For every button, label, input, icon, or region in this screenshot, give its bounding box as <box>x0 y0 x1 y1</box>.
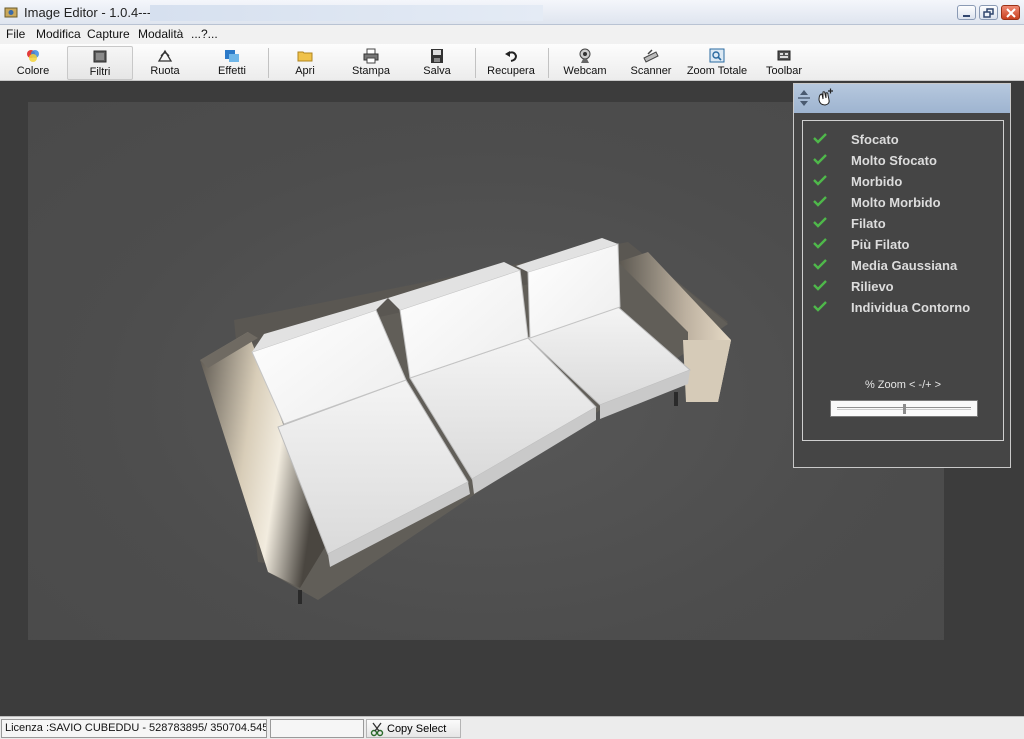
filter-item[interactable]: Morbido <box>811 171 1001 191</box>
filter-label: Molto Morbido <box>851 195 941 210</box>
filter-label: Filato <box>851 216 886 231</box>
menu-bar: File Modifica Capture Modalità ...?... <box>0 25 1024 44</box>
filter-label: Rilievo <box>851 279 894 294</box>
filters-panel: Sfocato Molto Sfocato Morbido Molto Morb… <box>793 83 1011 468</box>
window-title: Image Editor - 1.0.4--- <box>24 5 152 20</box>
toolbar-toggle-button[interactable]: Toolbar <box>758 46 810 80</box>
recupera-button[interactable]: Recupera <box>484 46 538 80</box>
effetti-button[interactable]: Effetti <box>206 46 258 80</box>
apri-label: Apri <box>295 65 315 77</box>
webcam-label: Webcam <box>563 65 607 77</box>
scanner-label: Scanner <box>630 65 672 77</box>
filter-item[interactable]: Sfocato <box>811 129 1001 149</box>
toolbar-separator <box>475 48 476 78</box>
filter-label: Sfocato <box>851 132 899 147</box>
checkmark-icon <box>813 154 827 165</box>
filter-icon <box>93 50 107 63</box>
filtri-button[interactable]: Filtri <box>67 46 133 80</box>
zoom-totale-label: Zoom Totale <box>686 65 748 77</box>
checkmark-icon <box>813 175 827 186</box>
apri-button[interactable]: Apri <box>280 46 330 80</box>
scissors-icon <box>370 722 384 737</box>
menu-modalita[interactable]: Modalità <box>138 27 183 41</box>
menu-modifica[interactable]: Modifica <box>36 27 81 41</box>
checkmark-icon <box>813 259 827 270</box>
floppy-icon <box>431 49 443 63</box>
webcam-icon <box>579 48 591 63</box>
ruota-label: Ruota <box>150 65 180 77</box>
license-text: Licenza :SAVIO CUBEDDU - 528783895/ 3507… <box>1 719 267 738</box>
app-icon <box>4 7 18 18</box>
webcam-button[interactable]: Webcam <box>558 46 612 80</box>
checkmark-icon <box>813 301 827 312</box>
filter-item[interactable]: Molto Morbido <box>811 192 1001 212</box>
status-field <box>270 719 364 738</box>
filter-label: Morbido <box>851 174 903 189</box>
effects-icon <box>225 50 239 62</box>
filter-label: Individua Contorno <box>851 300 971 315</box>
colore-button[interactable]: Colore <box>8 46 58 80</box>
scanner-icon <box>643 49 659 63</box>
recupera-label: Recupera <box>487 65 535 77</box>
filter-item[interactable]: Individua Contorno <box>811 297 1001 317</box>
palette-icon <box>27 50 39 62</box>
menu-file[interactable]: File <box>6 27 25 41</box>
folder-icon <box>297 51 313 62</box>
checkmark-icon <box>813 133 827 144</box>
checkmark-icon <box>813 217 827 228</box>
filter-item[interactable]: Filato <box>811 213 1001 233</box>
filter-item[interactable]: Media Gaussiana <box>811 255 1001 275</box>
toolbar-label: Toolbar <box>765 65 803 77</box>
filter-item[interactable]: Più Filato <box>811 234 1001 254</box>
filtri-label: Filtri <box>89 66 111 78</box>
salva-label: Salva <box>423 65 451 77</box>
zoom-totale-button[interactable]: Zoom Totale <box>684 46 750 80</box>
menu-capture[interactable]: Capture <box>87 27 130 41</box>
title-bar: Image Editor - 1.0.4--- <box>0 0 1024 25</box>
copy-select-button[interactable]: Copy Select <box>366 719 461 738</box>
toolbar-icon <box>777 50 791 61</box>
filter-item[interactable]: Rilievo <box>811 276 1001 296</box>
copy-select-label: Copy Select <box>387 723 447 735</box>
ruota-button[interactable]: Ruota <box>140 46 190 80</box>
toolbar: Colore Filtri Ruota Effetti Apri Stampa <box>0 44 1024 81</box>
menu-help[interactable]: ...?... <box>191 27 218 41</box>
undo-icon <box>505 51 518 62</box>
close-button[interactable] <box>1001 5 1020 20</box>
toolbar-separator <box>548 48 549 78</box>
checkmark-icon <box>813 238 827 249</box>
filters-panel-header <box>794 84 1010 113</box>
status-bar: Licenza :SAVIO CUBEDDU - 528783895/ 3507… <box>0 716 1024 739</box>
title-bar-highlight <box>150 5 543 21</box>
stampa-label: Stampa <box>352 65 390 77</box>
scanner-button[interactable]: Scanner <box>624 46 678 80</box>
filters-list: Sfocato Molto Sfocato Morbido Molto Morb… <box>802 120 1004 441</box>
effetti-label: Effetti <box>218 65 246 77</box>
zoom-slider-thumb[interactable] <box>903 404 906 414</box>
checkmark-icon <box>813 196 827 207</box>
filter-item[interactable]: Molto Sfocato <box>811 150 1001 170</box>
filter-label: Media Gaussiana <box>851 258 958 273</box>
checkmark-icon <box>813 280 827 291</box>
zoom-label: % Zoom < -/+ > <box>864 379 942 391</box>
collapse-icon[interactable] <box>797 88 811 108</box>
zoom-slider[interactable] <box>830 400 978 417</box>
rotate-icon <box>157 49 173 62</box>
zoom-icon <box>709 48 725 63</box>
salva-button[interactable]: Salva <box>412 46 462 80</box>
minimize-button[interactable] <box>957 5 976 20</box>
colore-label: Colore <box>16 65 50 77</box>
toolbar-separator <box>268 48 269 78</box>
hand-icon[interactable] <box>816 88 834 108</box>
restore-button[interactable] <box>979 5 998 20</box>
filter-label: Più Filato <box>851 237 910 252</box>
filter-label: Molto Sfocato <box>851 153 937 168</box>
printer-icon <box>363 48 379 64</box>
stampa-button[interactable]: Stampa <box>345 46 397 80</box>
